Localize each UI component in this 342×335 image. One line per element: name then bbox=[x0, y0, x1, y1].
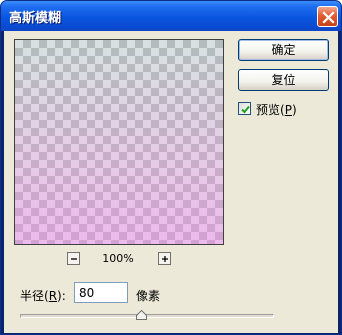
preview-hotkey: P bbox=[284, 103, 292, 117]
zoom-controls: 100% bbox=[14, 251, 224, 267]
gaussian-blur-dialog: 高斯模糊 100% 半径(R): 像素 bbox=[0, 0, 342, 335]
radius-slider-thumb[interactable] bbox=[136, 310, 148, 320]
close-button[interactable] bbox=[317, 6, 338, 27]
zoom-in-button[interactable] bbox=[158, 252, 171, 265]
preview-label: 预览(P) bbox=[256, 103, 297, 117]
zoom-level: 100% bbox=[102, 252, 134, 265]
preview-checkbox[interactable] bbox=[238, 102, 251, 115]
radius-label-text: 半径 bbox=[20, 289, 45, 303]
minus-icon bbox=[71, 258, 77, 260]
radius-label: 半径(R): bbox=[20, 289, 66, 303]
plus-icon bbox=[162, 256, 168, 262]
reset-button[interactable]: 复位 bbox=[238, 69, 329, 91]
zoom-out-button[interactable] bbox=[67, 252, 80, 265]
radius-hotkey: R bbox=[48, 289, 58, 303]
checkmark-icon bbox=[241, 105, 250, 114]
radius-input[interactable] bbox=[74, 282, 128, 303]
window-title: 高斯模糊 bbox=[9, 11, 62, 26]
preview-label-text: 预览 bbox=[256, 103, 281, 117]
blur-preview-image bbox=[15, 40, 223, 244]
dialog-body: 100% 半径(R): 像素 确定 复位 预览(P) bbox=[4, 31, 338, 333]
radius-unit: 像素 bbox=[136, 289, 161, 303]
title-bar[interactable]: 高斯模糊 bbox=[1, 1, 341, 31]
preview-area[interactable] bbox=[14, 39, 224, 245]
ok-button[interactable]: 确定 bbox=[238, 39, 329, 61]
close-icon bbox=[322, 11, 335, 24]
